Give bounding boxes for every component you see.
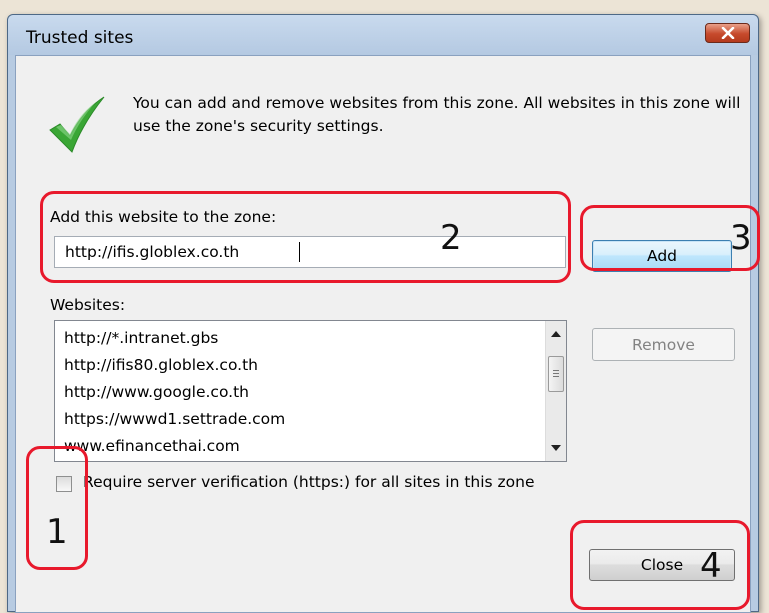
annotation-number-1: 1: [46, 512, 68, 552]
scroll-down-arrow-icon[interactable]: [551, 445, 561, 451]
annotation-number-2: 2: [440, 218, 462, 258]
grip-line: [553, 370, 559, 371]
title-bar: Trusted sites: [8, 15, 758, 55]
require-https-label[interactable]: Require server verification (https:) for…: [83, 473, 535, 491]
annotation-number-3: 3: [730, 218, 752, 258]
dialog-title: Trusted sites: [26, 28, 134, 48]
list-item[interactable]: http://*.intranet.gbs: [64, 329, 218, 347]
remove-button[interactable]: Remove: [592, 328, 735, 361]
annotation-number-4: 4: [700, 546, 722, 586]
list-item[interactable]: https://wwwd1.settrade.com: [64, 410, 285, 428]
grip-line: [553, 373, 559, 374]
list-item[interactable]: http://ifis80.globlex.co.th: [64, 356, 258, 374]
websites-scrollbar[interactable]: [545, 321, 566, 461]
scroll-thumb[interactable]: [548, 356, 564, 392]
intro-text: You can add and remove websites from thi…: [133, 94, 741, 135]
close-icon: [721, 27, 734, 39]
checkmark-icon: [49, 96, 105, 153]
websites-list[interactable]: http://*.intranet.gbs http://ifis80.glob…: [54, 320, 567, 462]
annotation-box-4: [570, 520, 750, 610]
websites-label: Websites:: [50, 296, 126, 314]
grip-line: [553, 376, 559, 377]
list-item[interactable]: www.efinancethai.com: [64, 437, 240, 455]
title-close-button[interactable]: [705, 23, 750, 43]
annotation-box-2: [40, 191, 571, 283]
scroll-up-arrow-icon[interactable]: [551, 331, 561, 337]
list-item[interactable]: http://www.google.co.th: [64, 383, 249, 401]
